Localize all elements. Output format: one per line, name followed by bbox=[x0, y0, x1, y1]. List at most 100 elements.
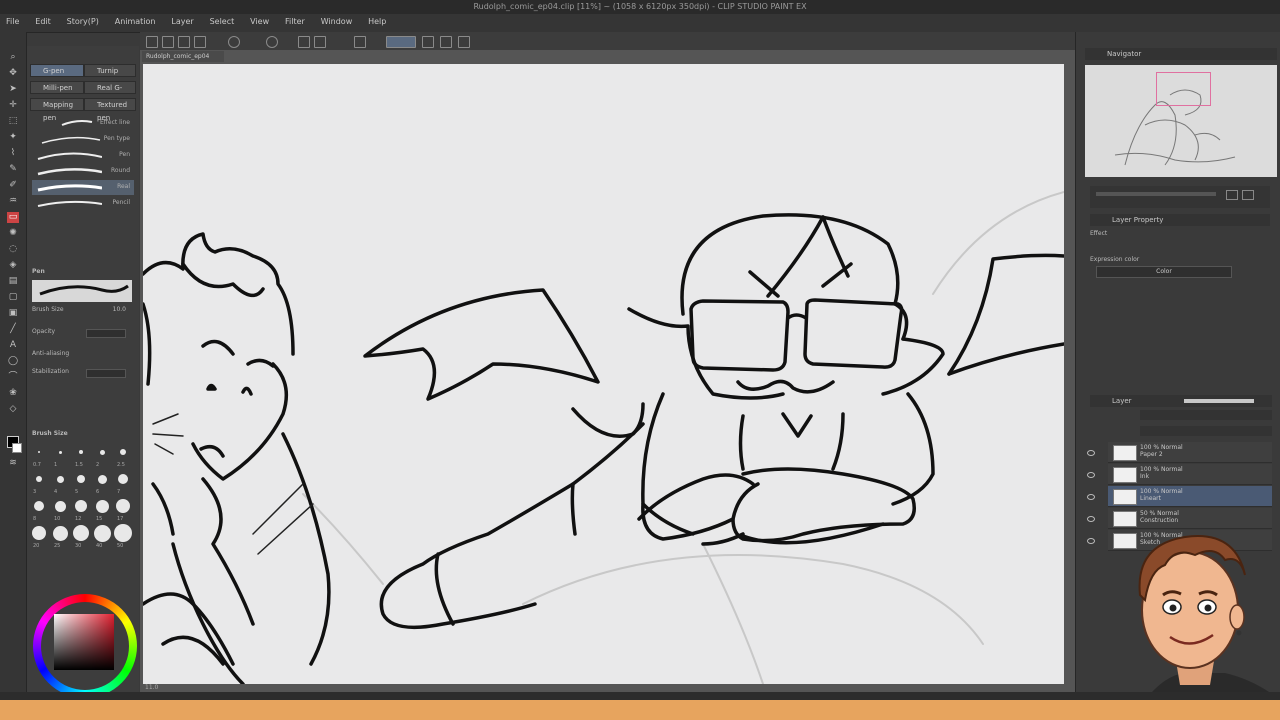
save-icon[interactable] bbox=[178, 36, 190, 48]
menu-layer[interactable]: Layer bbox=[171, 17, 193, 26]
layer-visibility-eye-icon[interactable] bbox=[1087, 472, 1095, 478]
airbrush-tool-icon[interactable]: ✺ bbox=[7, 228, 19, 239]
stabilization-slider[interactable] bbox=[86, 369, 126, 378]
eyedropper-tool-icon[interactable]: ⌇ bbox=[7, 148, 19, 159]
layer-row[interactable]: 100 % Normal Lineart bbox=[1108, 486, 1272, 507]
brush-size-preset[interactable] bbox=[75, 500, 87, 512]
ruler-tool-icon[interactable]: ╱ bbox=[7, 324, 19, 335]
subtool-tab-textured-pen[interactable]: Textured pen bbox=[84, 98, 136, 122]
redo-icon[interactable] bbox=[266, 36, 278, 48]
layer-row[interactable]: 100 % Normal Ink bbox=[1108, 464, 1272, 485]
pencil-tool-icon[interactable]: ✐ bbox=[7, 180, 19, 191]
brush-size-preset[interactable] bbox=[118, 474, 128, 484]
layer-opacity-slider[interactable] bbox=[1184, 399, 1254, 403]
gradient-tool-icon[interactable]: ▤ bbox=[7, 276, 19, 287]
layer-visibility-eye-icon[interactable] bbox=[1087, 516, 1095, 522]
navigator-view-frame[interactable] bbox=[1156, 72, 1211, 106]
layer-visibility-eye-icon[interactable] bbox=[1087, 494, 1095, 500]
new-file-icon[interactable] bbox=[146, 36, 158, 48]
drawing-canvas[interactable] bbox=[143, 64, 1064, 684]
balloon-tool-icon[interactable]: ◯ bbox=[7, 356, 19, 367]
subtool-tab-turnip[interactable]: Turnip bbox=[84, 64, 136, 77]
brush-item[interactable]: Effect line bbox=[32, 116, 134, 131]
open-file-icon[interactable] bbox=[162, 36, 174, 48]
subtool-tab-real-gpen[interactable]: Real G-pen bbox=[84, 81, 136, 105]
3d-tool-icon[interactable]: ◇ bbox=[7, 404, 19, 415]
menu-file[interactable]: File bbox=[6, 17, 19, 26]
brush-item[interactable]: Pen bbox=[32, 148, 134, 163]
menu-select[interactable]: Select bbox=[210, 17, 235, 26]
property-anti-aliasing[interactable]: Anti-aliasing bbox=[32, 350, 134, 360]
invert-icon[interactable] bbox=[354, 36, 366, 48]
brush-size-preset[interactable] bbox=[56, 475, 64, 483]
snap-special-icon[interactable] bbox=[458, 36, 470, 48]
subtool-tab-mapping-pen[interactable]: Mapping pen bbox=[30, 98, 84, 122]
brush-size-preset[interactable] bbox=[32, 526, 46, 540]
brush-item-selected[interactable]: Real bbox=[32, 180, 134, 195]
undo-icon[interactable] bbox=[228, 36, 240, 48]
menu-animation[interactable]: Animation bbox=[115, 17, 156, 26]
brush-size-preset[interactable] bbox=[95, 499, 109, 513]
subtool-tab-gpen[interactable]: G-pen bbox=[30, 64, 84, 77]
saturation-value-box[interactable] bbox=[54, 614, 114, 670]
figure-tool-icon[interactable]: ▢ bbox=[7, 292, 19, 303]
menu-filter[interactable]: Filter bbox=[285, 17, 305, 26]
brush-size-preset[interactable] bbox=[54, 500, 66, 512]
layer-visibility-eye-icon[interactable] bbox=[1087, 538, 1095, 544]
auto-select-tool-icon[interactable]: ✦ bbox=[7, 132, 19, 143]
correct-line-tool-icon[interactable]: ⌒ bbox=[7, 372, 19, 383]
menu-view[interactable]: View bbox=[250, 17, 269, 26]
transform-icon[interactable] bbox=[298, 36, 310, 48]
snap-toggle-icon[interactable] bbox=[386, 36, 416, 48]
brush-tool-icon[interactable]: ♒ bbox=[7, 196, 19, 207]
pen-tool-icon[interactable]: ✎ bbox=[7, 164, 19, 175]
brush-size-preset[interactable] bbox=[79, 450, 83, 454]
brush-size-preset[interactable] bbox=[114, 524, 132, 542]
fit-view-icon[interactable] bbox=[1226, 190, 1238, 200]
layer-visibility-eye-icon[interactable] bbox=[1087, 450, 1095, 456]
opacity-slider[interactable] bbox=[86, 329, 126, 338]
brush-size-preset[interactable] bbox=[52, 525, 68, 541]
menu-edit[interactable]: Edit bbox=[35, 17, 51, 26]
menu-help[interactable]: Help bbox=[368, 17, 386, 26]
layer-row[interactable]: 100 % Normal Paper 2 bbox=[1108, 442, 1272, 463]
deselect-icon[interactable] bbox=[314, 36, 326, 48]
brush-size-preset[interactable] bbox=[77, 475, 85, 483]
fill-tool-icon[interactable]: ◈ bbox=[7, 260, 19, 271]
brush-item[interactable]: Round bbox=[32, 164, 134, 179]
brush-size-value[interactable]: 10.0 bbox=[113, 306, 126, 313]
canvas-tab[interactable]: Rudolph_comic_ep04 bbox=[142, 51, 224, 62]
sub-color-swatch[interactable] bbox=[12, 443, 22, 453]
brush-size-preset[interactable] bbox=[73, 525, 89, 541]
snap-ruler-icon[interactable] bbox=[422, 36, 434, 48]
brush-size-preset[interactable] bbox=[120, 449, 126, 455]
property-brush-size[interactable]: Brush Size 10.0 bbox=[32, 306, 134, 316]
brush-item[interactable]: Pen type bbox=[32, 132, 134, 147]
decoration-tool-icon[interactable]: ❀ bbox=[7, 388, 19, 399]
brush-size-preset[interactable] bbox=[36, 476, 42, 482]
zoom-tool-icon[interactable]: ⌕ bbox=[7, 52, 19, 63]
zoom-value[interactable]: 11.0 bbox=[145, 684, 158, 691]
brush-size-preset[interactable] bbox=[97, 474, 107, 484]
brush-size-preset[interactable] bbox=[116, 499, 130, 513]
layer-move-tool-icon[interactable]: ✛ bbox=[7, 100, 19, 111]
menu-story[interactable]: Story(P) bbox=[67, 17, 99, 26]
menu-window[interactable]: Window bbox=[321, 17, 353, 26]
subtool-tab-millipen[interactable]: Milli-pen bbox=[30, 81, 84, 94]
brush-size-preset[interactable] bbox=[93, 524, 111, 542]
property-opacity[interactable]: Opacity bbox=[32, 328, 134, 338]
text-tool-icon[interactable]: A bbox=[7, 340, 19, 351]
brush-size-preset[interactable] bbox=[99, 449, 105, 455]
brush-size-preset[interactable] bbox=[34, 501, 44, 511]
eraser-tool-icon[interactable]: ▭ bbox=[7, 212, 19, 223]
move-tool-icon[interactable]: ✥ bbox=[7, 68, 19, 79]
blend-tool-icon[interactable]: ◌ bbox=[7, 244, 19, 255]
zoom-slider[interactable] bbox=[1096, 192, 1216, 196]
rotate-view-icon[interactable] bbox=[1242, 190, 1254, 200]
selection-tool-icon[interactable]: ⬚ bbox=[7, 116, 19, 127]
expression-color-select[interactable]: Color bbox=[1096, 266, 1232, 278]
snap-grid-icon[interactable] bbox=[440, 36, 452, 48]
property-stabilization[interactable]: Stabilization bbox=[32, 368, 134, 378]
clear-icon[interactable] bbox=[194, 36, 206, 48]
transparent-color-icon[interactable]: ≋ bbox=[7, 458, 19, 469]
